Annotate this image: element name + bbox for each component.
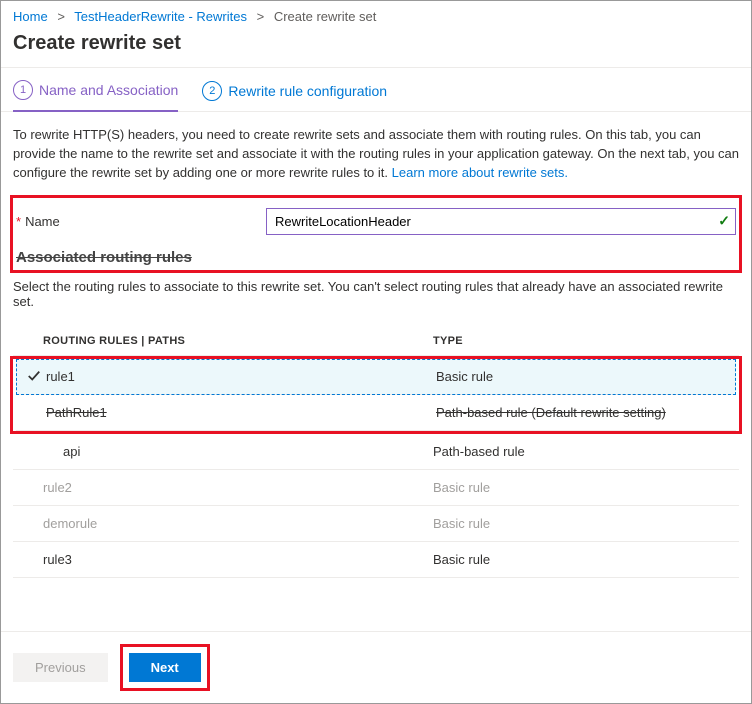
rule-name: demorule: [43, 516, 433, 531]
col-header-name: ROUTING RULES | PATHS: [43, 335, 433, 347]
col-header-type: TYPE: [433, 335, 739, 347]
intro-text: To rewrite HTTP(S) headers, you need to …: [13, 126, 739, 183]
step-number-icon: 2: [202, 81, 222, 101]
breadcrumb: Home > TestHeaderRewrite - Rewrites > Cr…: [1, 1, 751, 28]
checkmark-icon: [27, 369, 41, 383]
chevron-right-icon: >: [57, 9, 65, 24]
highlight-next: Next: [120, 644, 210, 691]
tab-label: Name and Association: [39, 82, 178, 98]
required-icon: *: [16, 214, 21, 229]
name-input[interactable]: [266, 208, 736, 235]
section-subtext: Select the routing rules to associate to…: [13, 279, 739, 309]
table-row[interactable]: rule3 Basic rule: [13, 542, 739, 578]
name-label: *Name: [16, 214, 266, 229]
table-row[interactable]: rule1 Basic rule: [16, 359, 736, 395]
routing-rules-table: ROUTING RULES | PATHS TYPE rule1 Basic r…: [13, 327, 739, 578]
next-button[interactable]: Next: [129, 653, 201, 682]
rule-type: Basic rule: [433, 480, 739, 495]
rule-type: Path-based rule (Default rewrite setting…: [436, 405, 736, 420]
tab-label: Rewrite rule configuration: [228, 83, 387, 99]
learn-more-link[interactable]: Learn more about rewrite sets.: [392, 165, 568, 180]
tab-rewrite-rule-config[interactable]: 2 Rewrite rule configuration: [202, 80, 387, 111]
rule-name: rule2: [43, 480, 433, 495]
page-title: Create rewrite set: [1, 28, 751, 68]
breadcrumb-link-resource[interactable]: TestHeaderRewrite - Rewrites: [74, 9, 247, 24]
step-number-icon: 1: [13, 80, 33, 100]
table-row[interactable]: api Path-based rule: [13, 434, 739, 470]
wizard-tabs: 1 Name and Association 2 Rewrite rule co…: [1, 68, 751, 112]
table-row: rule2 Basic rule: [13, 470, 739, 506]
rule-name: rule3: [43, 552, 433, 567]
rule-type: Path-based rule: [433, 444, 739, 459]
wizard-footer: Previous Next: [1, 631, 751, 703]
rule-name: api: [43, 444, 433, 459]
chevron-right-icon: >: [257, 9, 265, 24]
rule-type: Basic rule: [433, 552, 739, 567]
table-row: demorule Basic rule: [13, 506, 739, 542]
breadcrumb-link-home[interactable]: Home: [13, 9, 48, 24]
breadcrumb-current: Create rewrite set: [274, 9, 377, 24]
rule-name: PathRule1: [46, 405, 436, 420]
section-heading-routing-rules: Associated routing rules: [16, 249, 736, 266]
rule-type: Basic rule: [436, 369, 736, 384]
previous-button: Previous: [13, 653, 108, 682]
table-row[interactable]: PathRule1 Path-based rule (Default rewri…: [16, 395, 736, 431]
checkmark-icon: ✓: [718, 213, 730, 230]
tab-name-association[interactable]: 1 Name and Association: [13, 80, 178, 112]
rule-name: rule1: [46, 369, 436, 384]
highlight-name-section: *Name ✓ Associated routing rules: [10, 195, 742, 273]
rule-type: Basic rule: [433, 516, 739, 531]
